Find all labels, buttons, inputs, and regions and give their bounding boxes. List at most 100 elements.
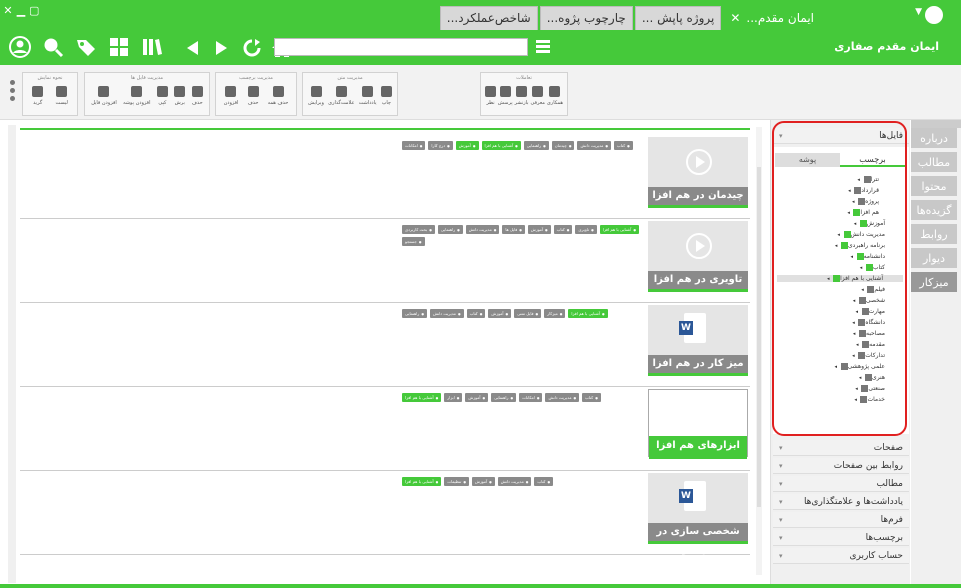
logo-menu-chevron-icon[interactable]: ▼ — [915, 7, 922, 17]
file-thumbnail[interactable]: تاویری در هم افزا — [648, 221, 748, 292]
tag-chip[interactable]: راهنمایی — [402, 309, 427, 318]
user-profile-icon[interactable] — [8, 35, 32, 59]
file-item[interactable]: ابزارهای هم افزا کتابمدیریت دانشامکاناترا… — [20, 389, 750, 471]
more-options-icon[interactable] — [10, 80, 15, 104]
tag-chip[interactable]: کتاب — [614, 141, 633, 150]
tag-chip[interactable]: ابزار — [444, 393, 463, 402]
side-nav-item[interactable]: مطالب — [911, 152, 957, 174]
tag-chip[interactable]: راهنمایی — [523, 141, 549, 150]
list-scrollbar[interactable] — [756, 127, 762, 575]
tag-chip[interactable]: راهنمایی — [437, 225, 463, 234]
search-input[interactable] — [274, 38, 528, 56]
tag-icon[interactable] — [74, 35, 98, 59]
ribbon-button[interactable]: افزودن — [224, 86, 238, 106]
close-icon[interactable]: ✕ — [3, 5, 13, 16]
maximize-icon[interactable]: ▢ — [29, 5, 39, 16]
ribbon-button[interactable]: چاپ — [380, 86, 392, 106]
ribbon-button[interactable]: علامت‌گذاری — [328, 86, 354, 106]
search-icon[interactable] — [41, 35, 65, 59]
side-nav-item[interactable]: دیوار — [911, 248, 957, 270]
app-logo-icon[interactable] — [925, 6, 943, 24]
ribbon-button[interactable]: لیست — [55, 86, 68, 106]
ribbon-button[interactable]: حذف همه — [268, 86, 288, 106]
tag-chip[interactable]: فایل ها — [502, 225, 525, 234]
accordion-section[interactable]: حساب کاربری — [773, 548, 909, 564]
grid-expand-icon[interactable] — [107, 35, 131, 59]
side-nav-item[interactable]: محتوا — [911, 176, 957, 198]
side-nav-item[interactable]: درباره — [911, 128, 957, 150]
tag-chip[interactable]: جستجو — [402, 237, 425, 246]
side-nav-item[interactable]: میزکار — [911, 272, 957, 294]
tab-3[interactable]: شاخص‌عملکرد... — [439, 6, 538, 30]
ribbon-button[interactable]: معرفی — [531, 86, 545, 106]
side-nav-item[interactable]: روابط — [911, 224, 957, 246]
tag-chip[interactable]: آموزش — [527, 225, 551, 234]
accordion-section[interactable]: صفحات — [773, 440, 909, 456]
tag-chip[interactable]: درج کارا — [428, 141, 453, 150]
tag-chip[interactable]: میزکار — [544, 309, 566, 318]
tag-chip[interactable]: فایل متنی — [514, 309, 542, 318]
tag-chip[interactable]: مدیریت دانش — [497, 477, 532, 486]
ribbon-button[interactable]: یادداشت — [359, 86, 377, 106]
ribbon-button[interactable]: نظر — [484, 86, 496, 106]
library-icon[interactable] — [140, 35, 164, 59]
ribbon-button[interactable]: افزودن پوشه — [123, 86, 150, 106]
ribbon-button[interactable]: پرسش — [498, 86, 513, 106]
tab-2[interactable]: چارچوب پژوه... — [539, 6, 633, 30]
tag-chip[interactable]: مدیریت دانش — [429, 309, 464, 318]
tag-chip[interactable]: آموزش — [471, 477, 495, 486]
accordion-section[interactable]: فرم‌ها — [773, 512, 909, 528]
tag-chip[interactable]: راهنمایی — [491, 393, 517, 402]
minimize-icon[interactable]: ▁ — [16, 5, 26, 16]
accordion-section[interactable]: یادداشت‌ها و علامتگذاری‌ها — [773, 494, 909, 510]
back-arrow-icon[interactable] — [180, 36, 204, 60]
ribbon-button[interactable]: ویرایش — [308, 86, 324, 106]
file-thumbnail[interactable]: ابزارهای هم افزا — [648, 389, 748, 459]
tag-chip[interactable]: آموزش — [465, 393, 489, 402]
left-splitter[interactable] — [8, 125, 16, 583]
menu-icon[interactable] — [536, 40, 550, 53]
tag-chip[interactable]: امکانات — [402, 141, 426, 150]
file-item[interactable]: میز کار در هم افزا آشنایی با هم افزامیزکا… — [20, 305, 750, 387]
tag-chip[interactable]: آشنایی با هم افزا — [481, 141, 521, 150]
ribbon-button[interactable]: حذف — [191, 86, 203, 106]
tag-chip[interactable]: تنظیمات — [444, 477, 469, 486]
tag-chip[interactable]: آشنایی با هم افزا — [402, 393, 442, 402]
file-item[interactable]: تاویری در هم افزا آشنایی با هم افزاتاویری… — [20, 221, 750, 303]
ribbon-button[interactable]: همکاری — [547, 86, 563, 106]
ribbon-button[interactable]: افزودن فایل — [91, 86, 117, 106]
tab-1[interactable]: پروژه پاپش ... — [634, 6, 722, 30]
side-nav-item[interactable]: گزیده‌ها — [911, 200, 957, 222]
tag-chip[interactable]: مدیریت دانش — [465, 225, 500, 234]
ribbon-button[interactable]: بازنشر — [515, 86, 529, 106]
tag-chip[interactable]: بحث کاربردی — [402, 225, 435, 234]
tag-chip[interactable]: امکانات — [519, 393, 543, 402]
ribbon-button[interactable]: برش — [174, 86, 186, 106]
tag-chip[interactable]: آشنایی با هم افزا — [402, 477, 442, 486]
side-nav-collapse-strip[interactable] — [911, 120, 961, 128]
accordion-section[interactable]: مطالب — [773, 476, 909, 492]
tag-chip[interactable]: کتاب — [582, 393, 601, 402]
file-item[interactable]: چیدمان در هم افزا کتابمدیریت دانشچیدمانرا… — [20, 137, 750, 219]
forward-arrow-icon[interactable] — [210, 36, 234, 60]
tag-chip[interactable]: آشنایی با هم افزا — [568, 309, 608, 318]
tab-0[interactable]: ایمان مقدم... ✕ — [723, 6, 821, 30]
tag-chip[interactable]: تاویری — [575, 225, 597, 234]
ribbon-button[interactable]: کپی — [156, 86, 168, 106]
file-thumbnail[interactable]: چیدمان در هم افزا — [648, 137, 748, 208]
accordion-section[interactable]: روابط بین صفحات — [773, 458, 909, 474]
tag-chip[interactable]: مدیریت دانش — [545, 393, 580, 402]
refresh-icon[interactable] — [240, 36, 264, 60]
file-thumbnail[interactable]: شخصی سازی در هم افزا — [648, 473, 748, 555]
file-item[interactable]: شخصی سازی در هم افزا کتابمدیریت دانشآموزش… — [20, 473, 750, 555]
tag-chip[interactable]: آموزش — [455, 141, 479, 150]
ribbon-button[interactable]: گرید — [32, 86, 44, 106]
file-thumbnail[interactable]: میز کار در هم افزا — [648, 305, 748, 376]
tab-close-icon[interactable]: ✕ — [730, 11, 740, 25]
tag-chip[interactable]: کتاب — [553, 225, 573, 234]
tag-chip[interactable]: آموزش — [488, 309, 512, 318]
ribbon-button[interactable]: حذف — [247, 86, 259, 106]
tag-chip[interactable]: آشنایی با هم افزا — [599, 225, 639, 234]
tag-chip[interactable]: کتاب — [466, 309, 486, 318]
tag-chip[interactable]: کتاب — [534, 477, 554, 486]
